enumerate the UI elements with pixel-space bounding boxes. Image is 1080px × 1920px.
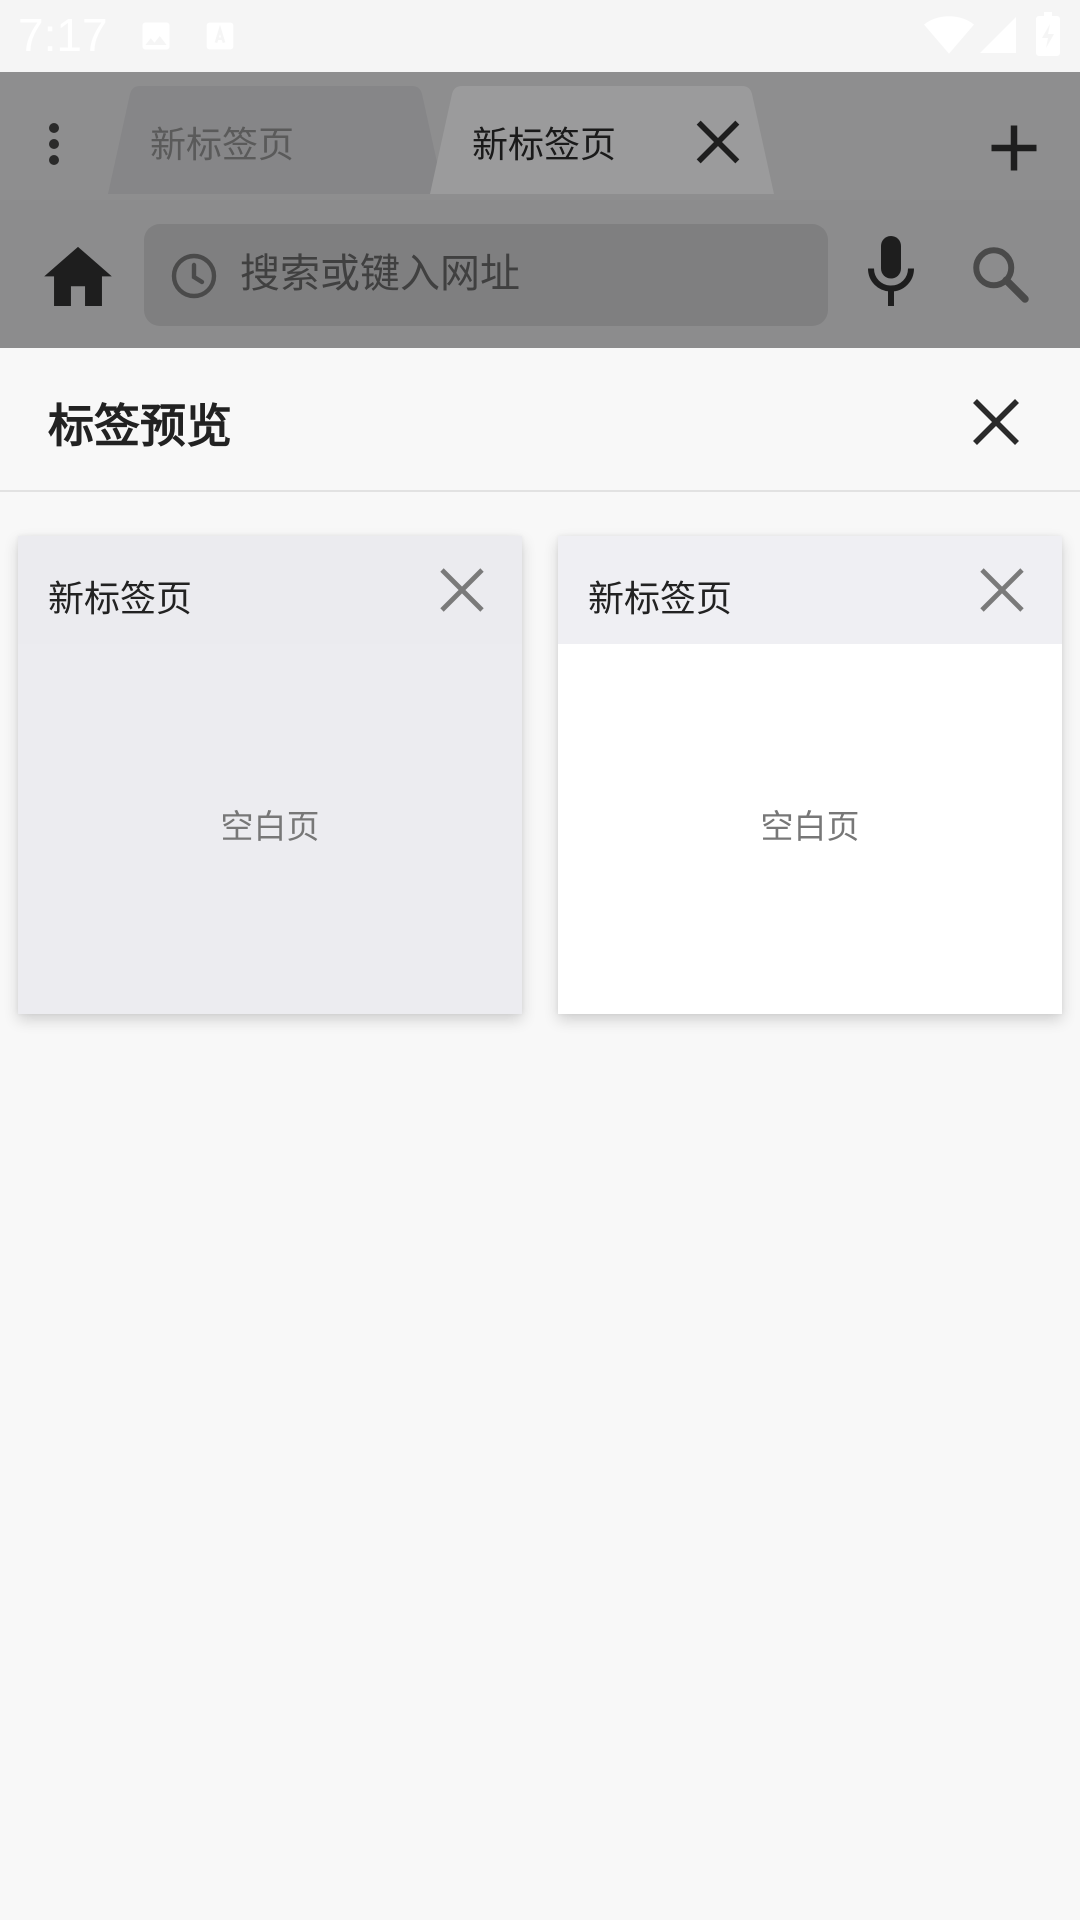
tab-label: 新标签页 bbox=[150, 124, 295, 165]
close-icon[interactable] bbox=[978, 566, 1026, 614]
panel-header: 标签预览 bbox=[0, 348, 1080, 492]
close-icon[interactable] bbox=[692, 116, 744, 168]
battery-charging-icon bbox=[1036, 12, 1060, 56]
card-thumbnail: 空白页 bbox=[558, 644, 1062, 1014]
mic-icon[interactable] bbox=[866, 236, 916, 306]
card-header: 新标签页 bbox=[18, 536, 522, 644]
browser-chrome: 新标签页 新标签页 bbox=[0, 72, 1080, 348]
toolbar bbox=[0, 200, 1080, 348]
search-icon[interactable] bbox=[970, 244, 1030, 304]
font-a-icon bbox=[206, 22, 234, 50]
page-title: 标签预览 bbox=[48, 400, 232, 452]
card-body-text: 空白页 bbox=[220, 808, 320, 845]
card-title: 新标签页 bbox=[588, 578, 733, 619]
tab-strip: 新标签页 新标签页 bbox=[0, 72, 1080, 200]
tab-label: 新标签页 bbox=[472, 124, 617, 165]
status-bar: 7:17 bbox=[0, 0, 1080, 72]
image-icon bbox=[142, 22, 170, 50]
card-title: 新标签页 bbox=[48, 578, 193, 619]
tab-preview-card[interactable]: 新标签页 空白页 bbox=[18, 536, 522, 1014]
card-header: 新标签页 bbox=[558, 536, 1062, 644]
url-bar[interactable] bbox=[144, 224, 828, 326]
status-time: 7:17 bbox=[18, 9, 108, 61]
tab-preview-panel: 标签预览 新标签页 空白页 新标签页 空白页 bbox=[0, 348, 1080, 1920]
close-icon[interactable] bbox=[968, 394, 1024, 450]
card-thumbnail: 空白页 bbox=[18, 644, 522, 1014]
history-clock-icon bbox=[171, 253, 217, 299]
signal-icon bbox=[980, 17, 1016, 53]
card-body-text: 空白页 bbox=[760, 808, 860, 845]
plus-icon[interactable] bbox=[984, 118, 1044, 178]
close-icon[interactable] bbox=[438, 566, 486, 614]
url-input[interactable] bbox=[240, 246, 800, 302]
wifi-icon bbox=[924, 16, 974, 54]
more-vert-icon[interactable] bbox=[36, 120, 72, 168]
home-icon[interactable] bbox=[44, 244, 112, 306]
tab-preview-card[interactable]: 新标签页 空白页 bbox=[558, 536, 1062, 1014]
